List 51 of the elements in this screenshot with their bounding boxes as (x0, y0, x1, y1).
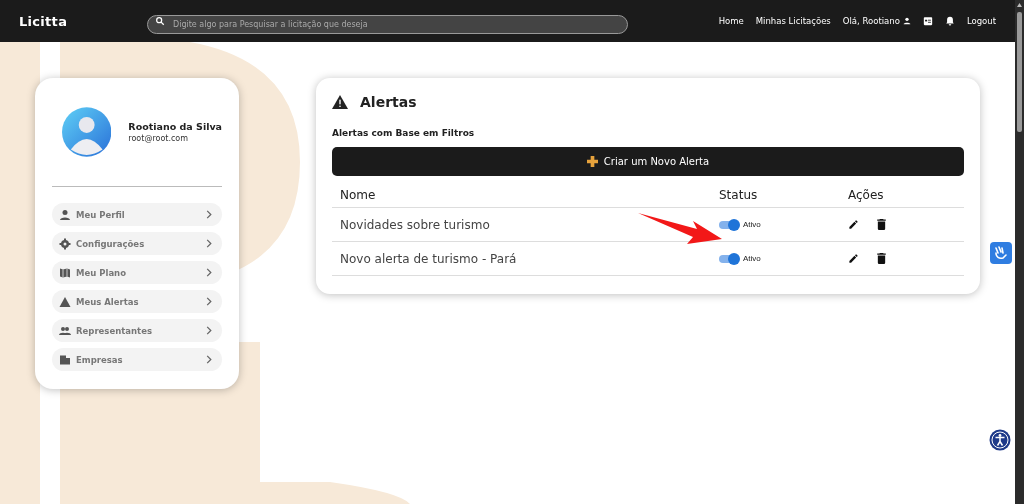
settings-icon (59, 237, 71, 250)
menu-item[interactable]: Meus Alertas (52, 290, 222, 313)
status-label: Ativo (743, 220, 761, 229)
menu-item[interactable]: Meu Perfil (52, 203, 222, 226)
nav-link[interactable]: Home (718, 16, 744, 26)
user-icon (902, 17, 911, 25)
search-field[interactable]: Digite algo para Pesquisar a licitação que deseja (147, 14, 628, 34)
trash-icon[interactable] (877, 253, 886, 264)
user-email: root@root.com (128, 134, 190, 143)
card-title: Alertas (360, 94, 417, 110)
nav-link[interactable]: Minhas Licitações (755, 16, 831, 26)
warning-icon (59, 295, 71, 308)
avatar (62, 104, 112, 160)
create-alert-button[interactable]: Criar um Novo Alerta (332, 147, 964, 176)
user-icon (59, 208, 71, 221)
user-menu[interactable]: Olá, Rootiano (842, 16, 911, 26)
search-icon (155, 16, 165, 26)
sign-language-icon[interactable] (990, 242, 1012, 264)
chevron-icon (206, 268, 212, 277)
bell-icon[interactable] (944, 16, 955, 26)
nav-link[interactable]: Logout (966, 16, 996, 26)
column-header: Ações (848, 188, 884, 202)
accessibility-icon[interactable] (989, 429, 1011, 451)
column-header: Nome (340, 188, 376, 202)
toggle-switch[interactable] (719, 220, 739, 229)
section-subtitle: Alertas com Base em Filtros (332, 128, 476, 138)
map-icon (59, 266, 71, 279)
menu-item[interactable]: Empresas (52, 348, 222, 371)
plus-icon (586, 156, 598, 167)
chevron-icon (206, 326, 212, 335)
group-icon (59, 324, 71, 337)
menu-item[interactable]: Configurações (52, 232, 222, 255)
building-icon (59, 353, 71, 366)
trash-icon[interactable] (877, 219, 886, 230)
status-label: Ativo (743, 254, 761, 263)
edit-icon[interactable] (848, 219, 859, 230)
edit-icon[interactable] (848, 253, 859, 264)
calendar-icon[interactable] (922, 16, 933, 26)
chevron-icon (206, 239, 212, 248)
warning-icon (332, 95, 348, 109)
toggle-switch[interactable] (719, 254, 739, 263)
chevron-icon (206, 355, 212, 364)
alert-name: Novo alerta de turismo - Pará (340, 251, 517, 266)
menu-item[interactable]: Meu Plano (52, 261, 222, 284)
menu-item[interactable]: Representantes (52, 319, 222, 342)
alert-name: Novidades sobre turismo (340, 217, 490, 232)
chevron-icon (206, 210, 212, 219)
user-name: Rootiano da Silva (128, 121, 222, 132)
chevron-icon (206, 297, 212, 306)
column-header: Status (719, 188, 758, 202)
logo[interactable]: Licitta (19, 13, 147, 29)
